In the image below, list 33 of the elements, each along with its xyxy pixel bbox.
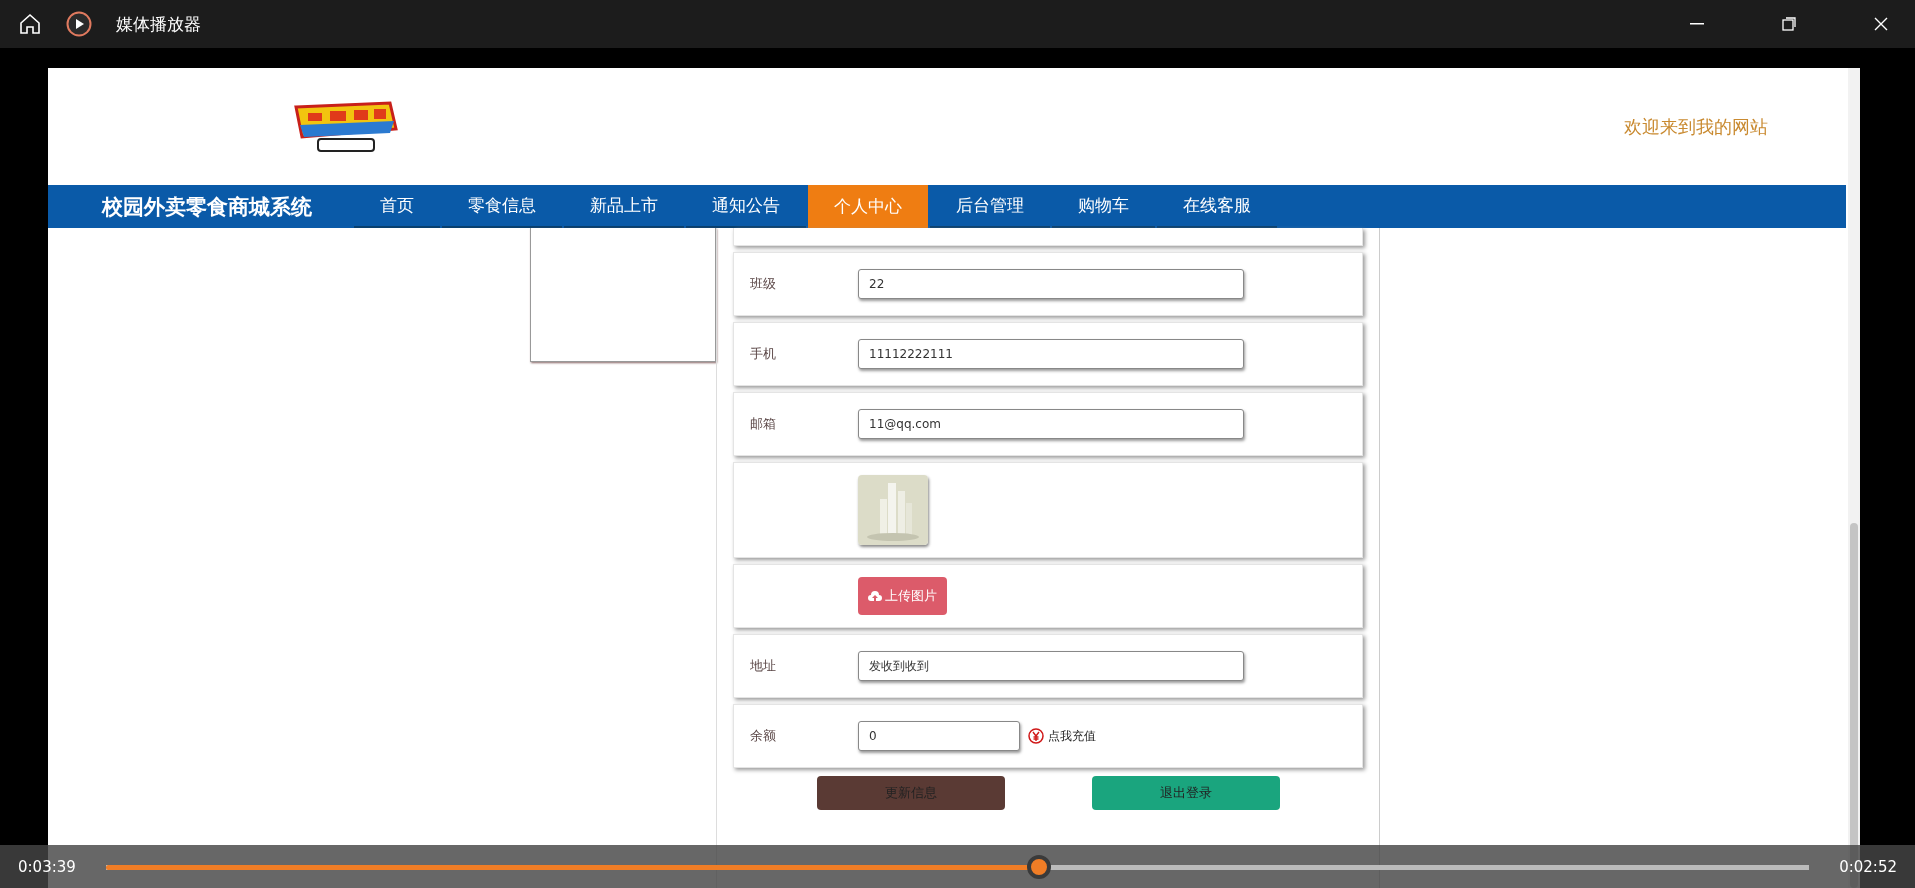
window-title: 媒体播放器: [116, 12, 202, 36]
input-field[interactable]: 发收到收到: [858, 651, 1244, 681]
play-icon: [66, 11, 92, 37]
restore-icon: [1782, 17, 1796, 31]
nav-item[interactable]: 首页: [354, 185, 440, 228]
site-title: 校园外卖零食商城系统: [100, 193, 313, 221]
nav-item[interactable]: 购物车: [1052, 185, 1155, 228]
input-field[interactable]: 11112222111: [858, 339, 1244, 369]
nav-item[interactable]: 在线客服: [1157, 185, 1277, 228]
input-field[interactable]: 22: [858, 269, 1244, 299]
progress-handle[interactable]: [1027, 854, 1052, 879]
elapsed-time: 0:03:39: [18, 857, 76, 876]
nav-item[interactable]: 通知公告: [686, 185, 806, 228]
remaining-time: 0:02:52: [1839, 857, 1897, 876]
welcome-text: 欢迎来到我的网站: [1624, 114, 1768, 139]
field-label: 地址: [750, 657, 777, 675]
field-label: 余额: [750, 727, 777, 745]
recharge-link[interactable]: 点我充值: [1028, 727, 1096, 745]
home-icon[interactable]: [18, 12, 42, 36]
action-button[interactable]: 退出登录: [1091, 776, 1280, 810]
minimize-icon: [1690, 23, 1704, 25]
nav-item[interactable]: 后台管理: [930, 185, 1050, 228]
input-field[interactable]: 11@qq.com: [858, 409, 1244, 439]
nav-item[interactable]: 新品上市: [564, 185, 684, 228]
nav-item[interactable]: 零食信息: [442, 185, 562, 228]
field-label: 班级: [750, 275, 777, 293]
field-label: 手机: [750, 345, 777, 363]
yen-icon: [1028, 728, 1044, 744]
input-field[interactable]: 0: [858, 721, 1020, 751]
upload-button[interactable]: 上传图片: [858, 577, 947, 615]
cloud-upload-icon: [868, 590, 882, 602]
close-icon: [1874, 17, 1888, 31]
field-label: 邮箱: [750, 415, 777, 433]
